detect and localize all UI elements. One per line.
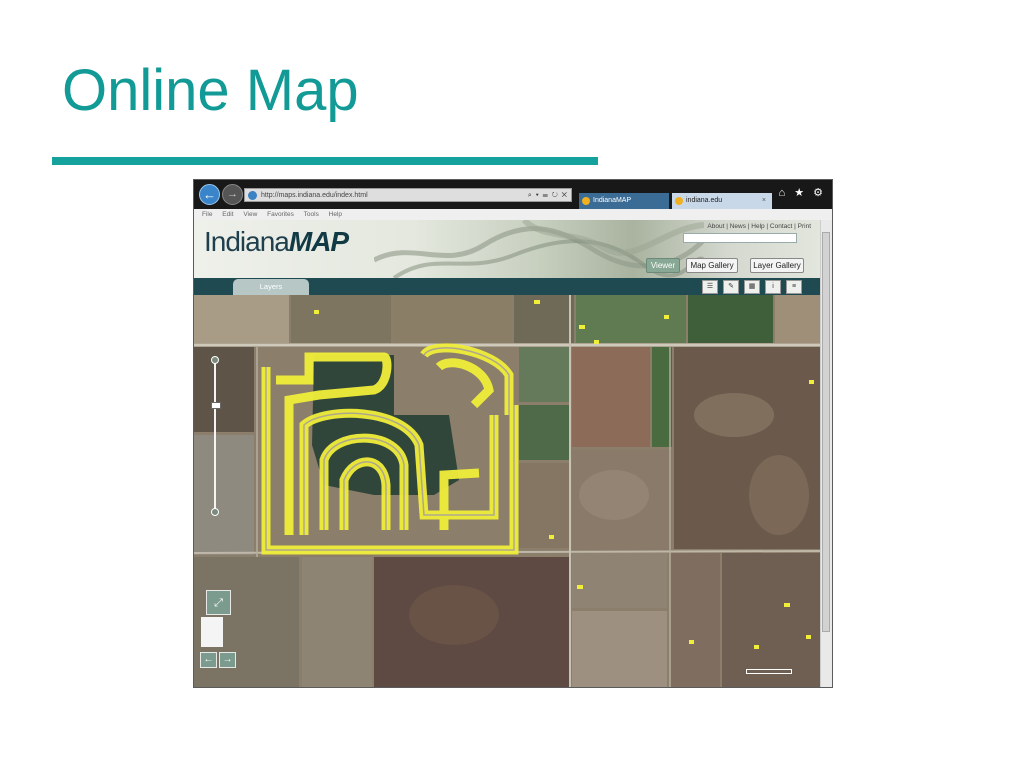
top-links[interactable]: About | News | Help | Contact | Print [707,223,811,230]
zoom-out-end[interactable] [211,508,219,516]
menu-tools[interactable]: Tools [304,211,319,218]
arrow-right-icon: → [222,654,233,665]
site-header: IndianaMAP About | News | Help | Contact… [194,220,821,278]
basemap-icon[interactable]: ▦ [744,280,760,294]
menu-file[interactable]: File [202,211,212,218]
tab-favicon-icon [675,197,683,205]
legend-icon[interactable]: ≡ [786,280,802,294]
slide-title: Online Map [62,58,359,123]
tab-layers[interactable]: Layers [233,279,309,295]
back-button[interactable]: ← [199,184,220,205]
previous-extent-button[interactable]: ← [200,652,217,668]
arrow-left-icon: ← [203,654,214,665]
title-underline [52,157,598,165]
tab-label: IndianaMAP [593,197,632,204]
expand-icon: ⤢ [214,597,223,609]
tab-favicon-icon [582,197,590,205]
forward-button[interactable]: → [222,184,243,205]
address-bar[interactable]: http://maps.indiana.edu/index.html ⌕ ▾ ☰… [244,188,572,202]
tab-indianamap[interactable]: IndianaMAP [579,193,669,209]
browser-top-bar: ← → http://maps.indiana.edu/index.html ⌕… [194,180,832,209]
address-text: http://maps.indiana.edu/index.html [261,192,368,199]
browser-screenshot: ← → http://maps.indiana.edu/index.html ⌕… [193,179,833,688]
indiana-state-icon[interactable] [201,617,223,647]
aerial-imagery [194,295,821,687]
list-icon[interactable]: ☰ [702,280,718,294]
map-view[interactable]: ⤢ ← → [194,295,821,687]
address-tools-icons[interactable]: ⌕ ▾ ☰ ↻ ✕ [528,189,568,201]
menu-edit[interactable]: Edit [222,211,233,218]
scale-bar [746,669,792,674]
logo-text: Indiana [204,226,290,257]
info-icon[interactable]: i [765,280,781,294]
search-input[interactable] [683,233,797,243]
zoom-in-end[interactable] [211,356,219,364]
full-extent-button[interactable]: ⤢ [206,590,231,615]
menu-help[interactable]: Help [329,211,342,218]
map-gallery-button[interactable]: Map Gallery [686,258,738,273]
logo-bold-text: MAP [288,226,349,257]
map-toolbar: Layers ☰ ✎ ▦ i ≡ [194,278,821,295]
viewer-button[interactable]: Viewer [646,258,680,273]
menu-bar: File Edit View Favorites Tools Help [194,209,832,220]
next-extent-button[interactable]: → [219,652,236,668]
tab-indiana-edu[interactable]: indiana.edu × [672,193,772,209]
vertical-scrollbar[interactable] [820,220,832,687]
draw-icon[interactable]: ✎ [723,280,739,294]
zoom-slider-handle[interactable] [211,402,221,409]
menu-view[interactable]: View [243,211,257,218]
tab-label: indiana.edu [686,197,723,204]
tab-close-icon[interactable]: × [762,193,766,209]
indianamap-logo[interactable]: IndianaMAP [204,226,349,258]
layer-gallery-button[interactable]: Layer Gallery [750,258,804,273]
menu-favorites[interactable]: Favorites [267,211,294,218]
scrollbar-thumb[interactable] [822,232,830,632]
home-favorites-settings-icons[interactable]: ⌂ ★ ⚙ [779,186,826,199]
page-globe-icon [248,191,257,200]
zoom-slider-track[interactable] [214,359,216,511]
